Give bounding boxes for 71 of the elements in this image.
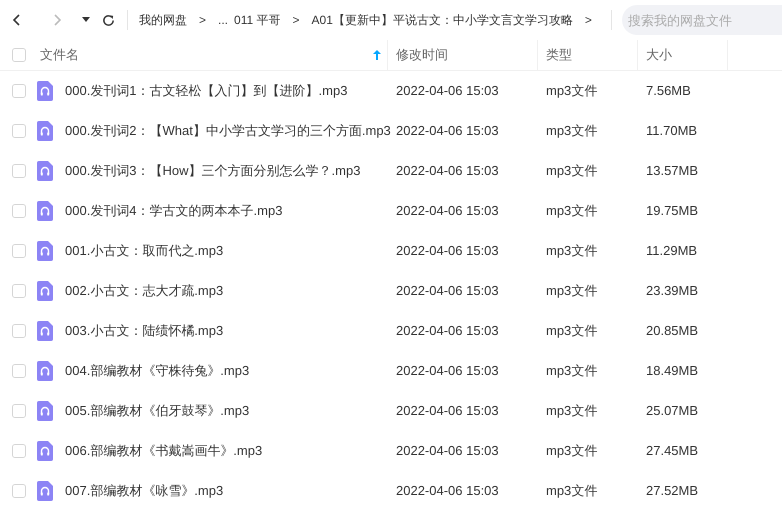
file-size: 19.75MB [646,203,698,218]
file-type: mp3文件 [546,403,598,418]
file-row[interactable]: 000.发刊词2：【What】中小学古文学习的三个方面.mp3 2022-04-06 15:03 mp3文件 11.70MB [0,111,782,151]
file-size: 11.70MB [646,123,698,138]
modified-time: 2022-04-06 15:03 [396,283,499,298]
search-field[interactable]: 搜索我的网盘文件 [622,5,782,35]
column-label: 大小 [646,46,672,64]
file-name: 007.部编教材《咏雪》.mp3 [65,483,224,498]
column-header[interactable]: 大小 [638,40,728,70]
modified-time: 2022-04-06 15:03 [396,123,499,138]
file-type: mp3文件 [546,123,598,138]
file-type: mp3文件 [546,443,598,458]
file-name: 002.小古文：志大才疏.mp3 [65,283,224,298]
file-row[interactable]: 000.发刊词1：古文轻松【入门】到【进阶】.mp3 2022-04-06 15:03 mp3文件 7.56MB [0,71,782,111]
column-header[interactable]: 类型 [538,40,638,70]
modified-time: 2022-04-06 15:03 [396,403,499,418]
file-type: mp3文件 [546,363,598,378]
modified-time: 2022-04-06 15:03 [396,483,499,498]
file-size: 27.52MB [646,483,698,498]
file-row[interactable]: 000.发刊词4：学古文的两本本子.mp3 2022-04-06 15:03 mp3文件 19.75MB [0,191,782,231]
file-name: 004.部编教材《守株待兔》.mp3 [65,363,250,378]
column-header[interactable]: 修改时间 [388,40,538,70]
modified-time: 2022-04-06 15:03 [396,363,499,378]
column-label: 文件名 [40,46,79,64]
breadcrumb-separator: > [199,12,206,29]
file-row[interactable]: 006.部编教材《书戴嵩画牛》.mp3 2022-04-06 15:03 mp3文件 27.45MB [0,431,782,471]
file-name: 003.小古文：陆绩怀橘.mp3 [65,323,224,338]
file-name: 000.发刊词2：【What】中小学古文学习的三个方面.mp3 [65,123,391,138]
file-size: 27.45MB [646,443,698,458]
file-size: 20.85MB [646,323,698,338]
modified-time: 2022-04-06 15:03 [396,163,499,178]
modified-time: 2022-04-06 15:03 [396,443,499,458]
file-name: 000.发刊词1：古文轻松【入门】到【进阶】.mp3 [65,83,348,98]
file-name: 000.发刊词3：【How】三个方面分别怎么学？.mp3 [65,163,360,178]
file-name: 005.部编教材《伯牙鼓琴》.mp3 [65,403,250,418]
modified-time: 2022-04-06 15:03 [396,243,499,258]
file-type: mp3文件 [546,83,598,98]
breadcrumb-item[interactable]: A01【更新中】平说古文：中小学文言文学习攻略 [312,11,573,29]
column-label: 类型 [546,46,572,64]
file-type: mp3文件 [546,163,598,178]
file-row[interactable]: 001.小古文：取而代之.mp3 2022-04-06 15:03 mp3文件 11.29MB [0,231,782,271]
file-row[interactable]: 005.部编教材《伯牙鼓琴》.mp3 2022-04-06 15:03 mp3文件 25.07MB [0,391,782,431]
breadcrumb-item[interactable]: ... [218,11,228,29]
modified-time: 2022-04-06 15:03 [396,83,499,98]
breadcrumb-item[interactable]: 011 平哥 [234,11,280,29]
file-size: 11.29MB [646,243,698,258]
file-name: 006.部编教材《书戴嵩画牛》.mp3 [65,443,262,458]
file-row[interactable]: 004.部编教材《守株待兔》.mp3 2022-04-06 15:03 mp3文件 18.49MB [0,351,782,391]
breadcrumb-item[interactable]: 我的网盘 [139,11,187,29]
file-size: 25.07MB [646,403,698,418]
file-size: 7.56MB [646,83,691,98]
modified-time: 2022-04-06 15:03 [396,203,499,218]
file-row[interactable]: 002.小古文：志大才疏.mp3 2022-04-06 15:03 mp3文件 23.39MB [0,271,782,311]
file-name: 000.发刊词4：学古文的两本本子.mp3 [65,203,282,218]
modified-time: 2022-04-06 15:03 [396,323,499,338]
file-type: mp3文件 [546,483,598,498]
file-type: mp3文件 [546,203,598,218]
breadcrumb-separator: > [292,12,300,29]
file-type: mp3文件 [546,283,598,298]
file-size: 18.49MB [646,363,698,378]
column-header[interactable]: 文件名 [37,40,388,70]
breadcrumb-separator: > [584,12,592,29]
column-label: 修改时间 [396,46,448,64]
file-size: 23.39MB [646,283,698,298]
file-name: 001.小古文：取而代之.mp3 [65,243,224,258]
file-type: mp3文件 [546,243,598,258]
file-size: 13.57MB [646,163,698,178]
file-row[interactable]: 000.发刊词3：【How】三个方面分别怎么学？.mp3 2022-04-06 15:03 mp3文件 13.57MB [0,151,782,191]
file-row[interactable]: 003.小古文：陆绩怀橘.mp3 2022-04-06 15:03 mp3文件 20.85MB [0,311,782,351]
file-row[interactable]: 007.部编教材《咏雪》.mp3 2022-04-06 15:03 mp3文件 27.52MB [0,471,782,511]
file-type: mp3文件 [546,323,598,338]
